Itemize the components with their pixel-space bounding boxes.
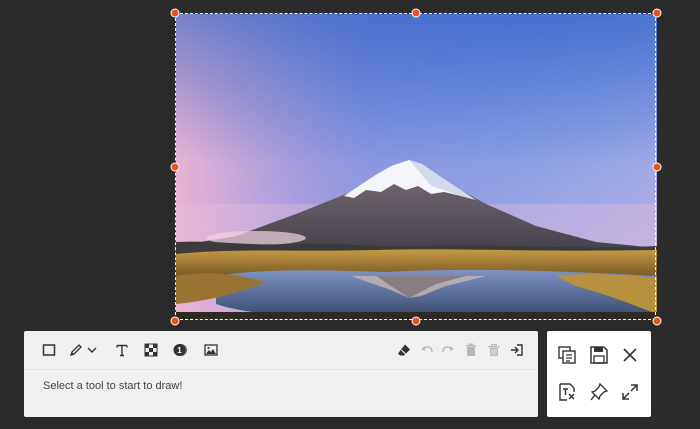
- save-button[interactable]: [586, 342, 612, 368]
- expand-icon: [622, 384, 638, 400]
- pencil-tool[interactable]: [66, 340, 86, 360]
- drawing-toolbar: 1 Select a tool to start to draw!: [24, 331, 538, 417]
- pencil-options-dropdown[interactable]: [85, 340, 99, 360]
- resize-handle-top-left[interactable]: [170, 8, 180, 18]
- copy-icon: [558, 346, 576, 364]
- mosaic-icon: [144, 343, 158, 357]
- tool-row: 1: [24, 331, 538, 370]
- action-panel: [547, 331, 651, 417]
- save-icon: [590, 346, 608, 364]
- redo-button[interactable]: [438, 340, 458, 360]
- exit-button[interactable]: [507, 340, 527, 360]
- image-tool[interactable]: [201, 340, 221, 360]
- resize-handle-bottom[interactable]: [411, 316, 421, 326]
- close-button[interactable]: [617, 342, 643, 368]
- trash-all-icon: [488, 344, 500, 356]
- delete-button[interactable]: [461, 340, 481, 360]
- text-icon: [116, 344, 128, 357]
- redo-icon: [442, 346, 454, 353]
- eraser-button[interactable]: [394, 340, 414, 360]
- pencil-icon: [69, 344, 82, 357]
- rectangle-tool[interactable]: [39, 340, 59, 360]
- resize-handle-bottom-left[interactable]: [170, 316, 180, 326]
- ocr-button[interactable]: [554, 379, 580, 405]
- trash-icon: [466, 343, 476, 356]
- clear-all-button[interactable]: [484, 340, 504, 360]
- svg-text:1: 1: [177, 346, 182, 355]
- image-icon: [204, 344, 218, 356]
- pin-button[interactable]: [586, 379, 612, 405]
- undo-icon: [421, 346, 433, 353]
- resize-handle-left[interactable]: [170, 162, 180, 172]
- resize-handle-top[interactable]: [411, 8, 421, 18]
- numbered-circle-icon: 1: [173, 344, 187, 356]
- text-extract-icon: [559, 383, 575, 401]
- close-icon: [623, 348, 637, 362]
- undo-button[interactable]: [417, 340, 437, 360]
- captured-image: [176, 14, 657, 321]
- rectangle-icon: [42, 344, 56, 356]
- chevron-down-icon: [87, 347, 97, 353]
- resize-handle-top-right[interactable]: [652, 8, 662, 18]
- pin-icon: [590, 382, 609, 401]
- mosaic-tool[interactable]: [141, 340, 161, 360]
- resize-handle-bottom-right[interactable]: [652, 316, 662, 326]
- exit-icon: [511, 344, 523, 356]
- eraser-icon: [398, 344, 410, 356]
- text-tool[interactable]: [112, 340, 132, 360]
- copy-button[interactable]: [554, 342, 580, 368]
- hint-text: Select a tool to start to draw!: [43, 380, 183, 392]
- fullscreen-button[interactable]: [617, 379, 643, 405]
- step-number-tool[interactable]: 1: [170, 340, 190, 360]
- resize-handle-right[interactable]: [652, 162, 662, 172]
